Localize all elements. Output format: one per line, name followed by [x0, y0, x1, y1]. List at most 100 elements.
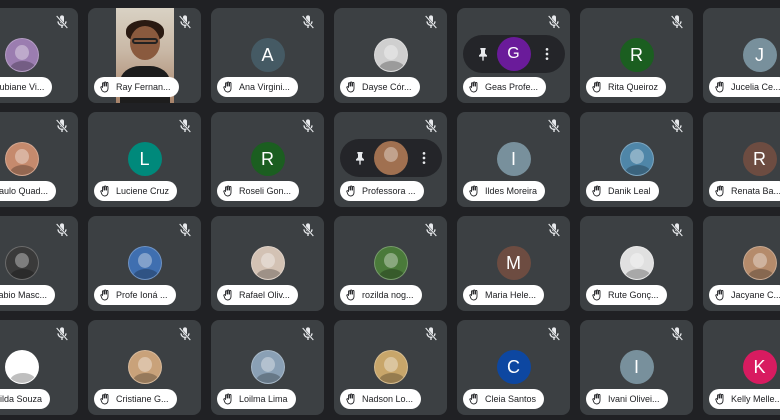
raised-hand-icon	[715, 289, 724, 301]
participant-tile[interactable]: Fabio Masc...	[0, 216, 78, 311]
participant-name: Jacyane C...	[731, 290, 780, 300]
participant-tile[interactable]: rozilda nog...	[334, 216, 447, 311]
raised-hand-icon	[592, 289, 601, 301]
participant-tile[interactable]: Paulo Quad...	[0, 112, 78, 207]
participant-name: Nadson Lo...	[362, 394, 414, 404]
participant-tile[interactable]: Ildes Moreira I	[457, 112, 570, 207]
participant-name-chip: Ana Virgini...	[217, 77, 298, 97]
raised-hand-icon	[100, 185, 109, 197]
participant-name-chip: rozilda nog...	[340, 285, 422, 305]
participant-avatar: M	[496, 246, 531, 280]
participant-tile[interactable]: Cleia Santos C	[457, 320, 570, 415]
participant-photo-avatar	[250, 246, 285, 280]
participant-photo-avatar	[619, 142, 654, 176]
participant-name-chip: Maria Hele...	[463, 285, 545, 305]
mic-off-icon	[178, 327, 192, 341]
mic-off-icon	[55, 119, 69, 133]
pin-icon[interactable]	[352, 150, 368, 166]
participant-name: Jucelia Ce...	[731, 82, 780, 92]
raised-hand-icon	[223, 185, 232, 197]
participant-tile[interactable]: Kelly Melle... K	[703, 320, 780, 415]
mic-off-icon	[547, 327, 561, 341]
more-options-icon[interactable]	[416, 150, 432, 166]
participant-tile[interactable]: Professora ...	[334, 112, 447, 207]
participant-tile[interactable]: Ray Fernan...	[88, 8, 201, 103]
participant-tile[interactable]: Geas Profe... G	[457, 8, 570, 103]
participant-tile[interactable]: Ana Virgini... A	[211, 8, 324, 103]
participant-tile[interactable]: Rute Gonç...	[580, 216, 693, 311]
mic-off-icon	[670, 327, 684, 341]
participant-name-chip: Ray Fernan...	[94, 77, 179, 97]
more-options-icon[interactable]	[539, 46, 555, 62]
participant-name-chip: Jacyane C...	[709, 285, 780, 305]
pin-icon[interactable]	[475, 46, 491, 62]
participant-name-chip: Loilma Lima	[217, 389, 296, 409]
participant-name: Dayse Cór...	[362, 82, 412, 92]
participant-tile[interactable]: Dayse Cór...	[334, 8, 447, 103]
participant-name-chip: Luciene Cruz	[94, 181, 178, 201]
participant-name-chip: Kelly Melle...	[709, 389, 780, 409]
participant-avatar: A	[250, 38, 285, 72]
participant-name-chip: Rute Gonç...	[586, 285, 667, 305]
participant-tile[interactable]: Maria Hele... M	[457, 216, 570, 311]
participant-photo-avatar	[4, 246, 39, 280]
participant-name: Loilma Lima	[239, 394, 288, 404]
participant-name: Profe Ioná ...	[116, 290, 168, 300]
participant-avatar: J	[742, 38, 777, 72]
mic-off-icon	[55, 327, 69, 341]
mic-off-icon	[424, 119, 438, 133]
participant-photo-avatar	[250, 350, 285, 384]
raised-hand-icon	[100, 81, 109, 93]
mic-off-icon	[55, 15, 69, 29]
participant-tile[interactable]: Renata Ba... R	[703, 112, 780, 207]
participant-name-chip: Cristiane G...	[94, 389, 177, 409]
participant-name: Ivani Olivei...	[608, 394, 660, 404]
participant-name: Luciene Cruz	[116, 186, 170, 196]
raised-hand-icon	[715, 81, 724, 93]
participant-tile[interactable]: Jacyane C...	[703, 216, 780, 311]
participant-tile[interactable]: Profe Ioná ...	[88, 216, 201, 311]
pin-controls[interactable]	[339, 139, 442, 177]
participant-photo-avatar	[373, 350, 408, 384]
mic-off-icon	[301, 327, 315, 341]
mic-off-icon	[178, 15, 192, 29]
participant-avatar: R	[619, 38, 654, 72]
mic-off-icon	[424, 327, 438, 341]
participant-name-chip: Paulo Quad...	[0, 181, 57, 201]
participant-tile[interactable]: Cristiane G...	[88, 320, 201, 415]
participant-tile[interactable]: Danik Leal	[580, 112, 693, 207]
participant-name: Rita Queiroz	[608, 82, 659, 92]
participant-tile[interactable]: Rita Queiroz R	[580, 8, 693, 103]
participant-tile[interactable]: Gilda Souza	[0, 320, 78, 415]
participant-name-chip: Rita Queiroz	[586, 77, 667, 97]
mic-off-icon	[178, 119, 192, 133]
participant-name: Rubiane Vi...	[0, 82, 45, 92]
participant-name: rozilda nog...	[362, 290, 414, 300]
participant-name: Renata Ba...	[731, 186, 780, 196]
pin-controls[interactable]: G	[462, 35, 565, 73]
participant-name: Danik Leal	[608, 186, 651, 196]
participant-tile[interactable]: Jucelia Ce... J	[703, 8, 780, 103]
participant-name-chip: Roseli Gon...	[217, 181, 300, 201]
participant-photo-avatar	[127, 350, 162, 384]
participant-name: Fabio Masc...	[0, 290, 48, 300]
participant-name: Paulo Quad...	[0, 186, 49, 196]
raised-hand-icon	[223, 81, 232, 93]
participant-avatar: I	[619, 350, 654, 384]
participant-name-chip: Ivani Olivei...	[586, 389, 668, 409]
participant-name-chip: Danik Leal	[586, 181, 659, 201]
participant-tile[interactable]: Nadson Lo...	[334, 320, 447, 415]
participant-tile[interactable]: Rafael Oliv...	[211, 216, 324, 311]
participant-tile[interactable]: Roseli Gon... R	[211, 112, 324, 207]
participant-tile[interactable]: Ivani Olivei... I	[580, 320, 693, 415]
participant-name-chip: Jucelia Ce...	[709, 77, 780, 97]
participant-tile[interactable]: Luciene Cruz L	[88, 112, 201, 207]
participant-tile[interactable]: Loilma Lima	[211, 320, 324, 415]
raised-hand-icon	[715, 393, 724, 405]
participant-name: Maria Hele...	[485, 290, 537, 300]
participant-name-chip: Dayse Cór...	[340, 77, 420, 97]
raised-hand-icon	[715, 185, 724, 197]
participant-name: Geas Profe...	[485, 82, 539, 92]
participant-tile[interactable]: Rubiane Vi...	[0, 8, 78, 103]
mic-off-icon	[547, 223, 561, 237]
